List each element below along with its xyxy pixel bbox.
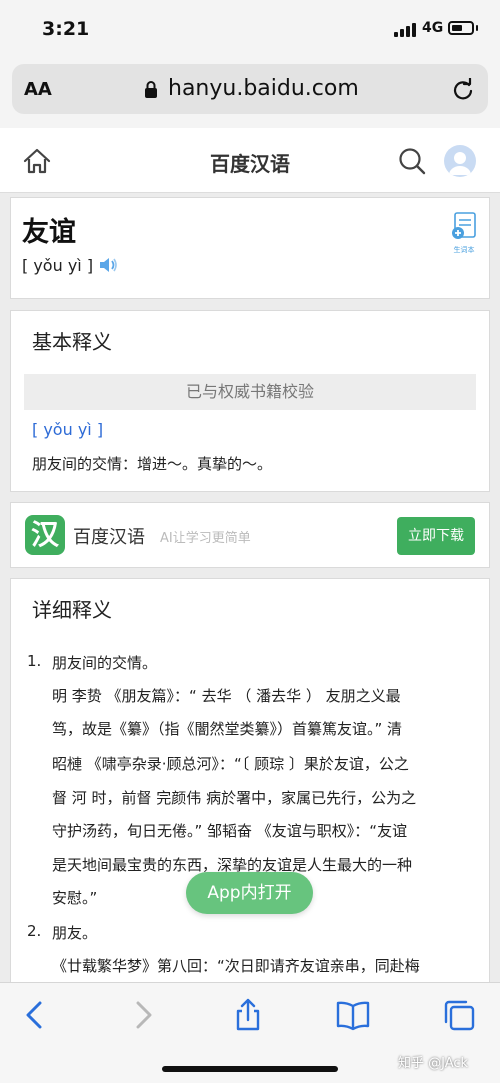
definition-heading: 朋友。 (52, 924, 98, 942)
avatar[interactable] (444, 145, 476, 177)
tabs-icon[interactable] (442, 998, 476, 1032)
home-indicator (162, 1066, 338, 1072)
basic-definition-text: 朋友间的交情：增进～。真挚的～。 (32, 455, 273, 473)
network-type: 4G (422, 20, 444, 36)
detailed-definition-title: 详细释义 (32, 598, 112, 622)
headword: 友谊 (22, 217, 76, 248)
citation-line: 督 河 时，前督 完颜伟 病於署中，家属已先行，公为之 (52, 789, 417, 807)
search-icon[interactable] (398, 147, 426, 175)
citation-line: 明 李贽 《朋友篇》：“ 去华 （ 潘去华 ） 友朋之义最 (52, 687, 401, 705)
bookmarks-icon[interactable] (336, 998, 370, 1032)
status-time: 3:21 (42, 18, 90, 40)
definition-heading: 朋友间的交情。 (52, 654, 158, 672)
citation-line: 笃，故是《纂》（指《闇然堂类纂》）首纂篤友谊。” 清 (52, 720, 403, 738)
user-icon (449, 152, 471, 175)
citation-line: 守护汤药，旬日无倦。” 邹韬奋 《友谊与职权》：“友谊 (52, 822, 408, 840)
headword-pinyin: [ yǒu yì ] (22, 256, 94, 275)
text-size-button[interactable]: AA (24, 79, 52, 100)
url-domain[interactable]: hanyu.baidu.com (168, 76, 359, 101)
vocab-book-button[interactable]: 生词本 (450, 211, 478, 254)
definition-number: 2. (27, 922, 42, 940)
speaker-icon[interactable] (98, 256, 118, 274)
lock-icon (145, 81, 157, 98)
watermark: 知乎 @JAck (398, 1056, 469, 1071)
back-icon[interactable] (18, 998, 52, 1032)
basic-definition-title: 基本释义 (32, 330, 112, 354)
definition-number: 1. (27, 652, 42, 670)
forward-icon[interactable] (126, 998, 160, 1032)
app-name: 百度汉语 (73, 527, 145, 548)
citation-line: 昭槤 《啸亭杂录·顾总河》：“〔 顾琮 〕果於友谊，公之 (52, 755, 409, 773)
citation-line: 《廿载繁华梦》第八回：“次日即请齐友谊亲串，同赴梅 (52, 957, 420, 975)
verified-badge: 已与权威书籍校验 (24, 374, 476, 410)
app-logo: 汉 (25, 515, 65, 555)
reload-icon[interactable] (452, 78, 474, 100)
battery-tip (476, 25, 478, 31)
cellular-signal-icon (394, 23, 418, 37)
vocab-book-label: 生词本 (453, 246, 475, 254)
open-in-app-button[interactable]: App内打开 (186, 872, 313, 914)
basic-pinyin: [ yǒu yì ] (32, 420, 104, 439)
share-icon[interactable] (231, 998, 265, 1032)
app-slogan: AI让学习更简单 (160, 531, 251, 546)
word-card (10, 197, 490, 299)
download-button[interactable]: 立即下载 (397, 517, 475, 555)
battery-icon (448, 21, 474, 35)
notebook-add-icon (452, 212, 476, 239)
